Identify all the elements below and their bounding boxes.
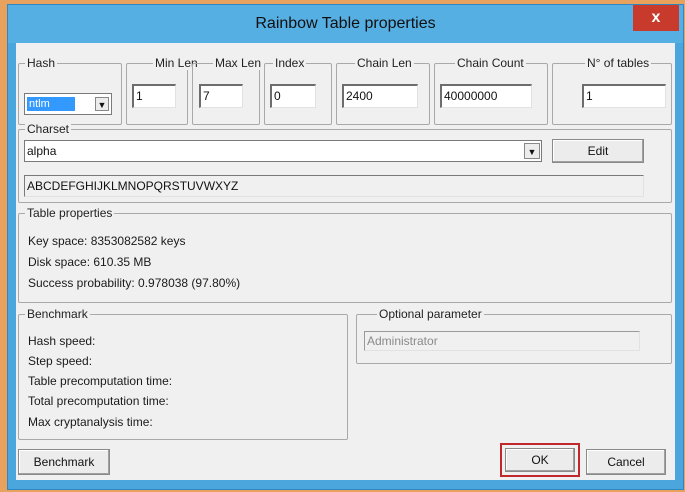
- chain-len-field[interactable]: 2400: [342, 84, 418, 108]
- benchmark-label: Benchmark: [25, 307, 90, 321]
- table-properties-label: Table properties: [25, 206, 115, 220]
- index-field[interactable]: 0: [270, 84, 316, 108]
- title-bar[interactable]: Rainbow Table properties x: [8, 5, 683, 43]
- charset-label: Charset: [25, 122, 72, 136]
- optional-parameter-label: Optional parameter: [377, 307, 484, 321]
- min-len-field[interactable]: 1: [132, 84, 176, 108]
- max-len-label: Max Len: [213, 56, 264, 70]
- hash-label: Hash: [25, 56, 58, 70]
- num-tables-field[interactable]: 1: [582, 84, 666, 108]
- window-title: Rainbow Table properties: [255, 15, 436, 32]
- chain-count-label: Chain Count: [455, 56, 526, 70]
- max-cryptanalysis-label: Max cryptanalysis time:: [28, 415, 153, 429]
- dialog-body: Hash ntlm ▼ Min Len 1 Max Len 7 Index 0 …: [16, 43, 675, 480]
- success-probability-text: Success probability: 0.978038 (97.80%): [28, 276, 241, 290]
- dialog-window: Rainbow Table properties x Hash ntlm ▼ M…: [8, 5, 683, 489]
- optional-parameter-field: Administrator: [364, 331, 640, 351]
- ok-button[interactable]: OK: [505, 448, 575, 472]
- max-len-field[interactable]: 7: [199, 84, 243, 108]
- close-icon[interactable]: x: [633, 5, 679, 31]
- hash-speed-label: Hash speed:: [28, 334, 96, 348]
- step-speed-label: Step speed:: [28, 354, 93, 368]
- chevron-down-icon[interactable]: ▼: [95, 97, 109, 111]
- hash-select-value: ntlm: [27, 97, 75, 111]
- index-label: Index: [273, 56, 307, 70]
- num-tables-label: N° of tables: [585, 56, 652, 70]
- edit-button[interactable]: Edit: [552, 139, 644, 163]
- cancel-button[interactable]: Cancel: [586, 449, 666, 475]
- table-precomputation-label: Table precomputation time:: [28, 374, 173, 388]
- charset-preview: ABCDEFGHIJKLMNOPQRSTUVWXYZ: [24, 175, 644, 197]
- chain-len-label: Chain Len: [355, 56, 414, 70]
- charset-chevron-down-icon[interactable]: ▼: [524, 143, 540, 159]
- charset-select[interactable]: alpha: [24, 140, 542, 162]
- disk-space-text: Disk space: 610.35 MB: [28, 255, 152, 269]
- total-precomputation-label: Total precomputation time:: [28, 394, 169, 408]
- key-space-text: Key space: 8353082582 keys: [28, 234, 186, 248]
- hash-select[interactable]: ntlm ▼: [24, 93, 112, 115]
- charset-select-value: alpha: [27, 144, 57, 158]
- benchmark-button[interactable]: Benchmark: [18, 449, 110, 475]
- chain-count-field[interactable]: 40000000: [440, 84, 532, 108]
